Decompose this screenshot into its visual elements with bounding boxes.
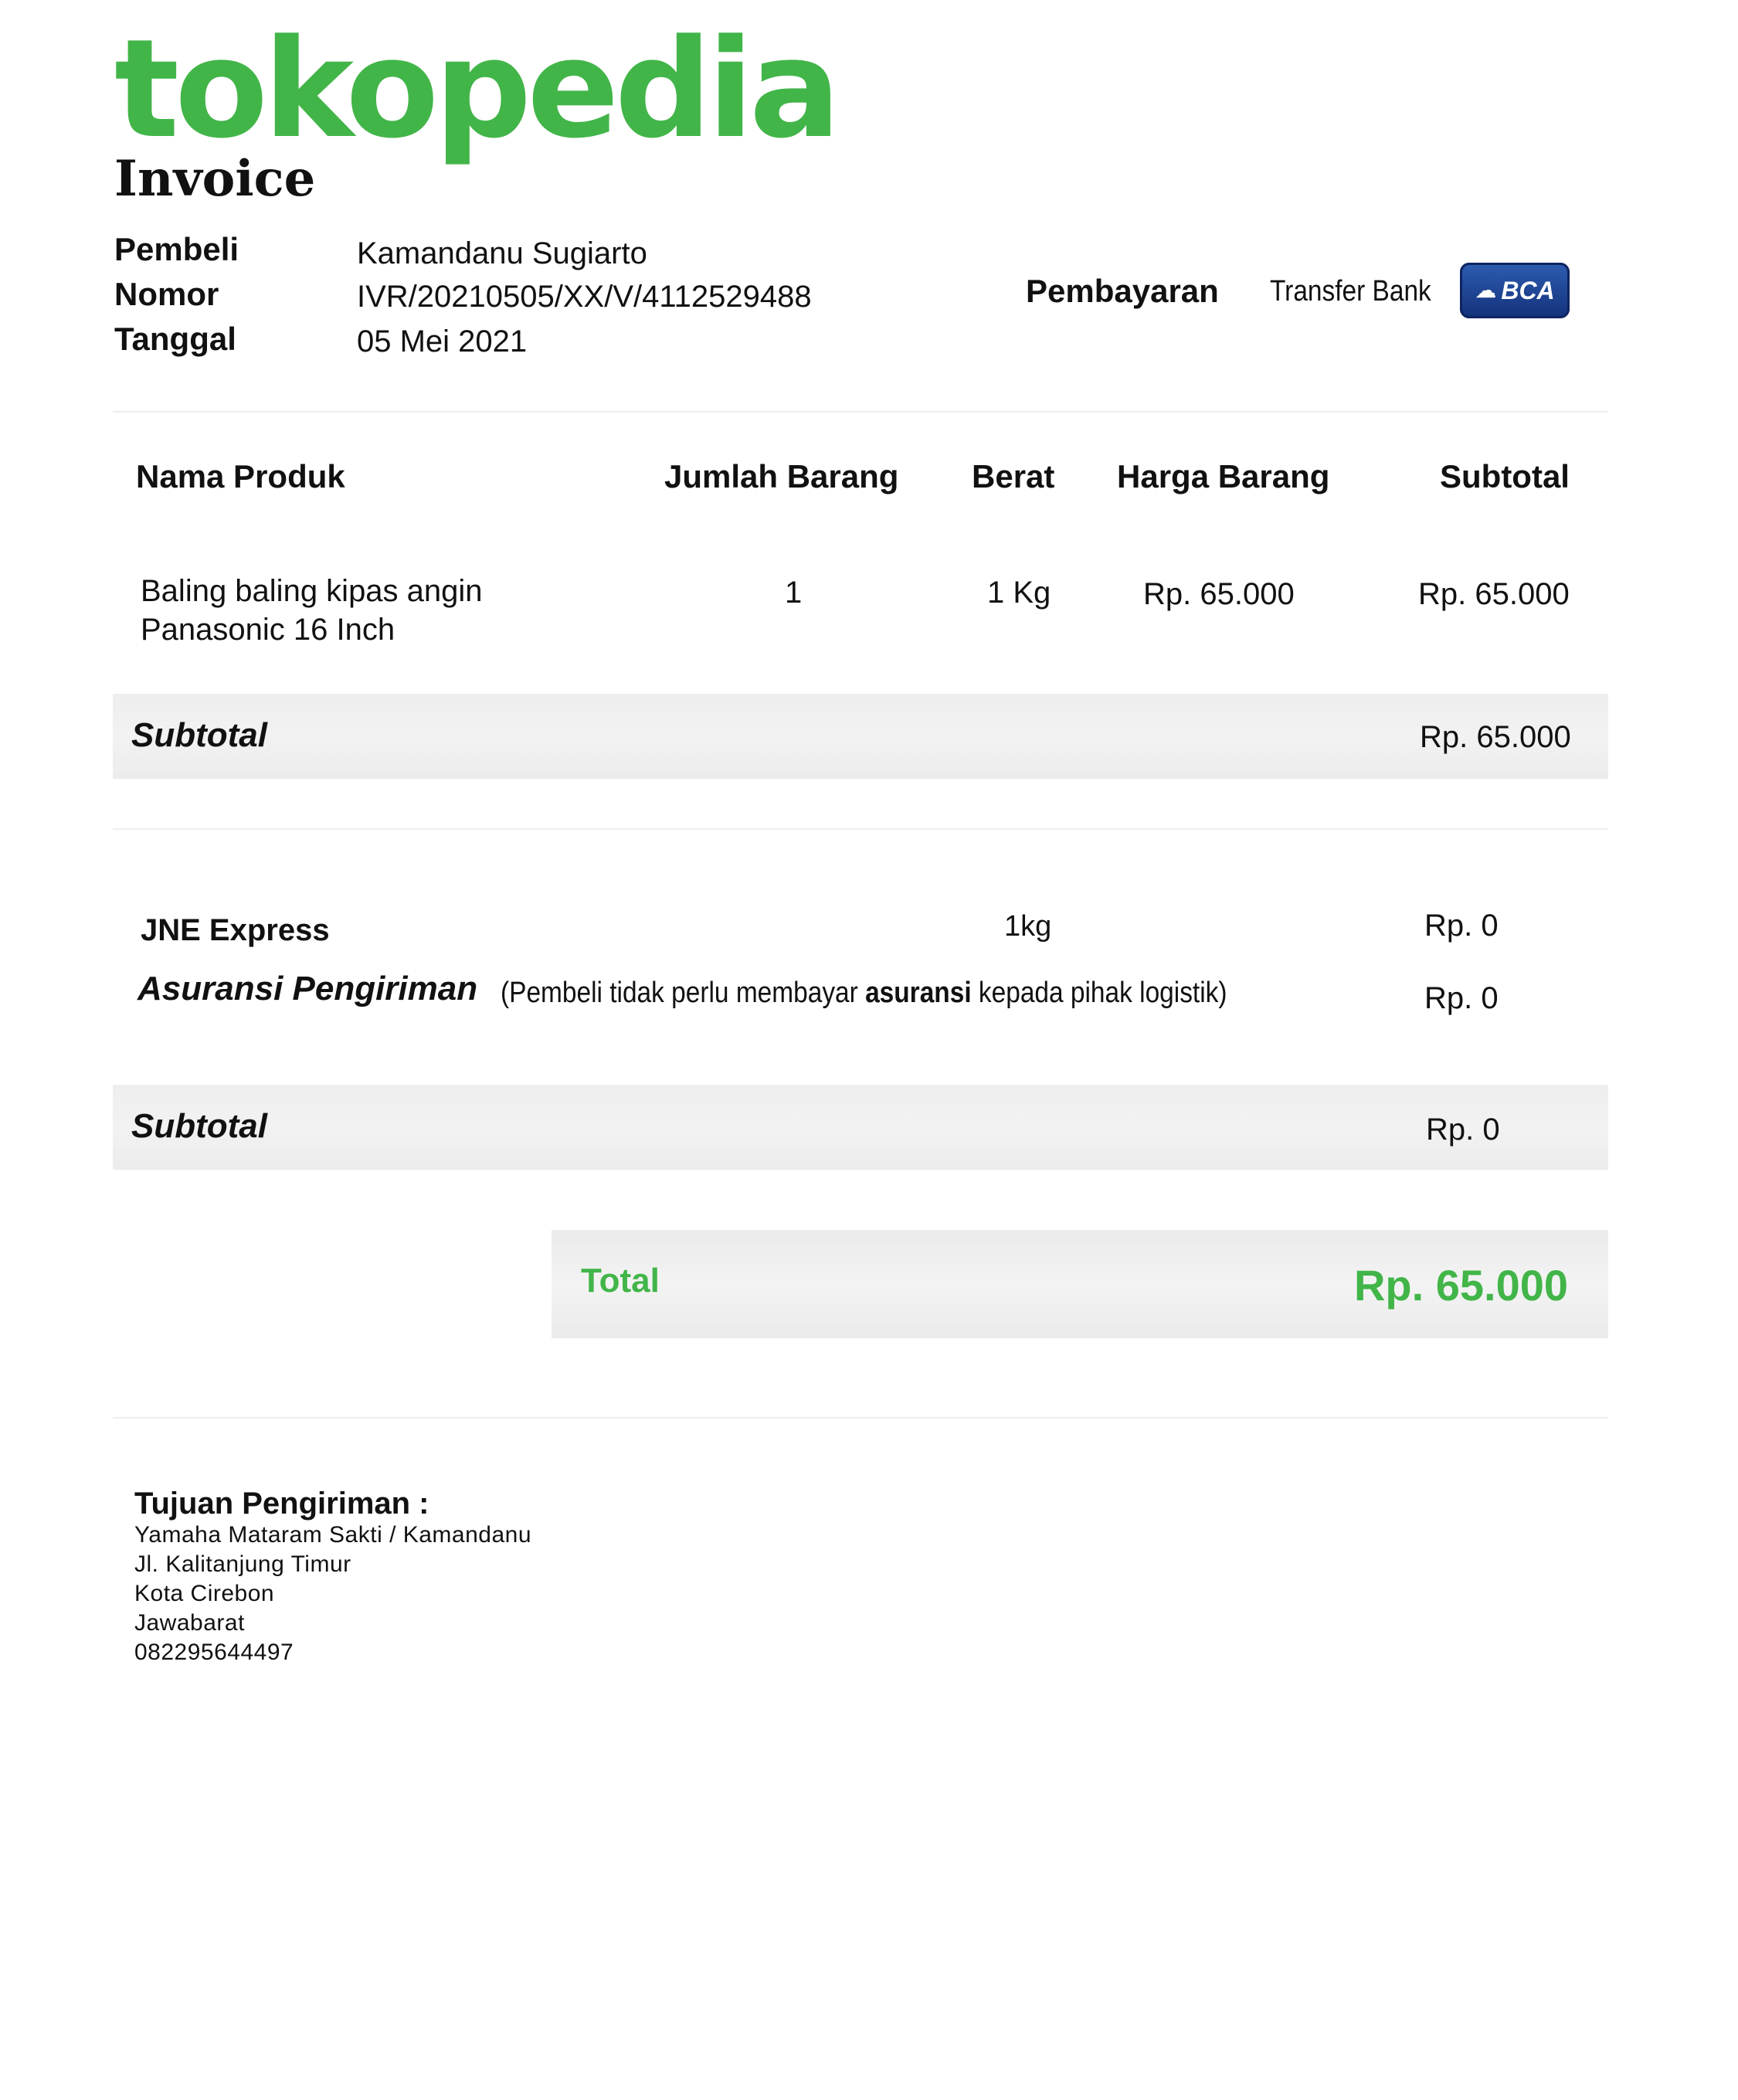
- col-header-quantity: Jumlah Barang: [664, 458, 899, 494]
- courier-cost: Rp. 0: [1424, 909, 1499, 943]
- bca-logo-icon: ☁ BCA: [1460, 263, 1570, 318]
- product-subtotal-value: Rp. 65.000: [1420, 720, 1571, 754]
- payment-label: Pembayaran: [1026, 273, 1219, 309]
- destination-line: Yamaha Mataram Sakti / Kamandanu: [134, 1522, 532, 1548]
- destination-line: Kota Cirebon: [134, 1581, 275, 1606]
- invoice-number-label: Nomor: [114, 276, 219, 312]
- col-header-price: Harga Barang: [1117, 458, 1330, 494]
- insurance-cost: Rp. 0: [1424, 981, 1499, 1015]
- product-name-line: Baling baling kipas angin: [141, 574, 483, 608]
- insurance-note-emphasis: asuransi: [865, 977, 972, 1009]
- buyer-value: Kamandanu Sugiarto: [357, 236, 647, 270]
- page-title: Invoice: [114, 150, 316, 208]
- shipping-weight: 1kg: [1004, 910, 1052, 943]
- destination-line: Jawabarat: [134, 1610, 245, 1636]
- shipping-subtotal-band: [113, 1085, 1608, 1170]
- table-row: Baling baling kipas angin Panasonic 16 I…: [141, 572, 483, 649]
- divider: [113, 411, 1608, 413]
- shipping-subtotal-value: Rp. 0: [1426, 1113, 1500, 1147]
- product-name-line: Panasonic 16 Inch: [141, 613, 395, 647]
- destination-title: Tujuan Pengiriman :: [134, 1487, 429, 1521]
- date-label: Tanggal: [114, 321, 236, 357]
- destination-line: Jl. Kalitanjung Timur: [134, 1551, 351, 1577]
- destination-phone: 082295644497: [134, 1640, 294, 1665]
- invoice-number-value: IVR/20210505/XX/V/4112529488: [357, 280, 812, 314]
- bca-logo-text: BCA: [1501, 277, 1555, 304]
- insurance-note: (Pembeli tidak perlu membayar asuransi k…: [501, 978, 1227, 1008]
- col-header-product-name: Nama Produk: [136, 458, 345, 494]
- shipping-subtotal-label: Subtotal: [131, 1107, 267, 1145]
- insurance-label: Asuransi Pengiriman: [137, 970, 478, 1008]
- product-subtotal-label: Subtotal: [131, 716, 267, 754]
- col-header-subtotal: Subtotal: [1440, 458, 1570, 494]
- product-price: Rp. 65.000: [1143, 577, 1295, 611]
- bca-symbol-icon: ☁: [1475, 278, 1497, 302]
- courier-name: JNE Express: [141, 913, 330, 947]
- insurance-note-text: kepada pihak logistik): [971, 977, 1227, 1009]
- insurance-note-text: (Pembeli tidak perlu membayar: [501, 977, 866, 1009]
- payment-method: Transfer Bank: [1270, 275, 1431, 308]
- product-subtotal: Rp. 65.000: [1418, 577, 1570, 611]
- product-subtotal-band: [113, 694, 1608, 779]
- product-weight: 1 Kg: [987, 576, 1051, 610]
- divider: [113, 1417, 1608, 1419]
- tokopedia-logo: tokopedia: [114, 10, 841, 168]
- total-value: Rp. 65.000: [1353, 1261, 1568, 1310]
- col-header-weight: Berat: [972, 458, 1055, 494]
- total-label: Total: [581, 1262, 660, 1300]
- divider: [113, 828, 1608, 830]
- buyer-label: Pembeli: [114, 231, 239, 267]
- date-value: 05 Mei 2021: [357, 325, 528, 358]
- product-quantity: 1: [785, 576, 803, 610]
